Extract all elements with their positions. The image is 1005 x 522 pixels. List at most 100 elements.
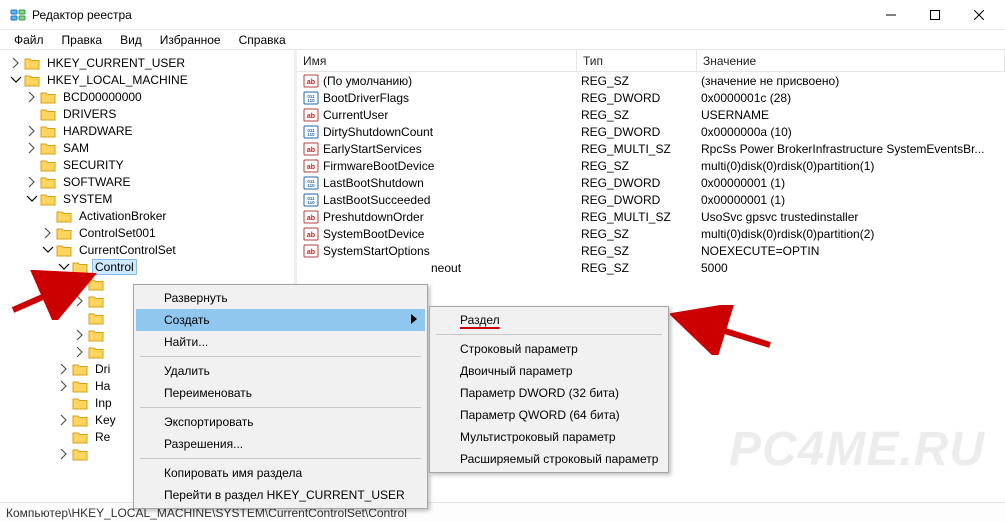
sm-key[interactable]: Раздел xyxy=(432,309,666,331)
menu-file[interactable]: Файл xyxy=(6,31,52,49)
menu-edit[interactable]: Правка xyxy=(54,31,111,49)
value-data: 0x0000001c (28) xyxy=(701,91,1005,105)
tree-node[interactable]: SECURITY xyxy=(26,156,292,173)
menu-favorites[interactable]: Избранное xyxy=(152,31,229,49)
value-name: SystemBootDevice xyxy=(323,227,581,241)
chevron-right-icon[interactable] xyxy=(58,414,70,426)
tree-node[interactable]: HARDWARE xyxy=(26,122,292,139)
folder-icon xyxy=(24,56,40,70)
chevron-right-icon[interactable] xyxy=(74,329,86,341)
tree-node-system[interactable]: SYSTEM xyxy=(26,190,292,207)
value-data: 0x00000001 (1) xyxy=(701,176,1005,190)
list-row[interactable]: FirmwareBootDeviceREG_SZmulti(0)disk(0)r… xyxy=(297,157,1005,174)
list-row[interactable]: CurrentUserREG_SZUSERNAME xyxy=(297,106,1005,123)
chevron-right-icon[interactable] xyxy=(58,380,70,392)
chevron-down-icon[interactable] xyxy=(26,193,38,205)
close-button[interactable] xyxy=(957,0,1001,30)
cm-copy-keyname[interactable]: Копировать имя раздела xyxy=(136,462,425,484)
minimize-button[interactable] xyxy=(869,0,913,30)
tree-label: SYSTEM xyxy=(61,192,114,206)
tree-label: SOFTWARE xyxy=(61,175,133,189)
list-row[interactable]: LastBootSucceededREG_DWORD0x00000001 (1) xyxy=(297,191,1005,208)
menu-help[interactable]: Справка xyxy=(231,31,294,49)
list-row[interactable]: LastBootShutdownREG_DWORD0x00000001 (1) xyxy=(297,174,1005,191)
chevron-right-icon[interactable] xyxy=(26,125,38,137)
tree-label: HKEY_LOCAL_MACHINE xyxy=(45,73,190,87)
folder-icon xyxy=(56,226,72,240)
list-row[interactable]: PreshutdownOrderREG_MULTI_SZUsoSvc gpsvc… xyxy=(297,208,1005,225)
sm-qword[interactable]: Параметр QWORD (64 бита) xyxy=(432,404,666,426)
sm-dword[interactable]: Параметр DWORD (32 бита) xyxy=(432,382,666,404)
value-name: DirtyShutdownCount xyxy=(323,125,581,139)
menu-view[interactable]: Вид xyxy=(112,31,150,49)
chevron-right-icon[interactable] xyxy=(58,363,70,375)
cm-find[interactable]: Найти... xyxy=(136,331,425,353)
value-name: FirmwareBootDevice xyxy=(323,159,581,173)
chevron-right-icon[interactable] xyxy=(74,346,86,358)
value-name: PreshutdownOrder xyxy=(323,210,581,224)
sm-binary[interactable]: Двоичный параметр xyxy=(432,360,666,382)
cm-goto[interactable]: Перейти в раздел HKEY_CURRENT_USER xyxy=(136,484,425,506)
menu-bar: Файл Правка Вид Избранное Справка xyxy=(0,30,1005,50)
list-row[interactable]: BootDriverFlagsREG_DWORD0x0000001c (28) xyxy=(297,89,1005,106)
tree-node[interactable]: SOFTWARE xyxy=(26,173,292,190)
cm-expand[interactable]: Развернуть xyxy=(136,287,425,309)
chevron-down-icon[interactable] xyxy=(42,244,54,256)
chevron-right-icon[interactable] xyxy=(26,91,38,103)
value-type-icon xyxy=(303,226,319,242)
folder-icon xyxy=(40,107,56,121)
value-name: (По умолчанию) xyxy=(323,74,581,88)
chevron-right-icon[interactable] xyxy=(42,227,54,239)
watermark: PC4ME.RU xyxy=(729,422,985,477)
folder-icon xyxy=(72,413,88,427)
chevron-down-icon[interactable] xyxy=(10,74,22,86)
list-row[interactable]: SystemBootDeviceREG_SZmulti(0)disk(0)rdi… xyxy=(297,225,1005,242)
list-row[interactable]: (По умолчанию)REG_SZ(значение не присвое… xyxy=(297,72,1005,89)
chevron-right-icon[interactable] xyxy=(58,448,70,460)
tree-node[interactable]: BCD00000000 xyxy=(26,88,292,105)
chevron-right-icon[interactable] xyxy=(26,142,38,154)
col-name[interactable]: Имя xyxy=(297,50,577,71)
value-type-icon xyxy=(303,90,319,106)
cm-delete[interactable]: Удалить xyxy=(136,360,425,382)
cm-permissions[interactable]: Разрешения... xyxy=(136,433,425,455)
tree-node[interactable]: DRIVERS xyxy=(26,105,292,122)
cm-create[interactable]: Создать xyxy=(136,309,425,331)
tree-node-hkcu[interactable]: HKEY_CURRENT_USER xyxy=(10,54,292,71)
tree-node-control[interactable]: Control xyxy=(58,258,292,275)
value-data: UsoSvc gpsvc trustedinstaller xyxy=(701,210,1005,224)
app-icon xyxy=(10,7,26,23)
value-type: REG_SZ xyxy=(581,108,701,122)
list-row[interactable]: EarlyStartServicesREG_MULTI_SZRpcSs Powe… xyxy=(297,140,1005,157)
col-value[interactable]: Значение xyxy=(697,50,1005,71)
value-type: REG_SZ xyxy=(581,227,701,241)
chevron-right-icon[interactable] xyxy=(10,57,22,69)
chevron-right-icon[interactable] xyxy=(74,278,86,290)
sm-expand[interactable]: Расширяемый строковый параметр xyxy=(432,448,666,470)
list-row[interactable]: SystemStartOptionsREG_SZ NOEXECUTE=OPTIN xyxy=(297,242,1005,259)
cm-rename[interactable]: Переименовать xyxy=(136,382,425,404)
context-submenu-create[interactable]: Раздел Строковый параметр Двоичный парам… xyxy=(429,306,669,473)
tree-node[interactable]: ControlSet001 xyxy=(42,224,292,241)
folder-icon xyxy=(88,294,104,308)
list-row[interactable]: DirtyShutdownCountREG_DWORD0x0000000a (1… xyxy=(297,123,1005,140)
tree-node-hklm[interactable]: HKEY_LOCAL_MACHINE xyxy=(10,71,292,88)
context-menu[interactable]: Развернуть Создать Найти... Удалить Пере… xyxy=(133,284,428,509)
col-type[interactable]: Тип xyxy=(577,50,697,71)
cm-export[interactable]: Экспортировать xyxy=(136,411,425,433)
chevron-down-icon[interactable] xyxy=(58,261,70,273)
list-row[interactable]: neoutREG_SZ5000 xyxy=(297,259,1005,276)
tree-node[interactable]: ActivationBroker xyxy=(42,207,292,224)
tree-node[interactable]: SAM xyxy=(26,139,292,156)
sm-multistring[interactable]: Мультистроковый параметр xyxy=(432,426,666,448)
tree-node-currentcontrolset[interactable]: CurrentControlSet xyxy=(42,241,292,258)
value-type-icon xyxy=(303,124,319,140)
chevron-right-icon[interactable] xyxy=(74,295,86,307)
chevron-right-icon[interactable] xyxy=(26,176,38,188)
maximize-button[interactable] xyxy=(913,0,957,30)
window-title: Редактор реестра xyxy=(32,8,132,22)
sm-string[interactable]: Строковый параметр xyxy=(432,338,666,360)
value-data: (значение не присвоено) xyxy=(701,74,1005,88)
tree-label: Key xyxy=(93,413,118,427)
folder-icon xyxy=(24,73,40,87)
